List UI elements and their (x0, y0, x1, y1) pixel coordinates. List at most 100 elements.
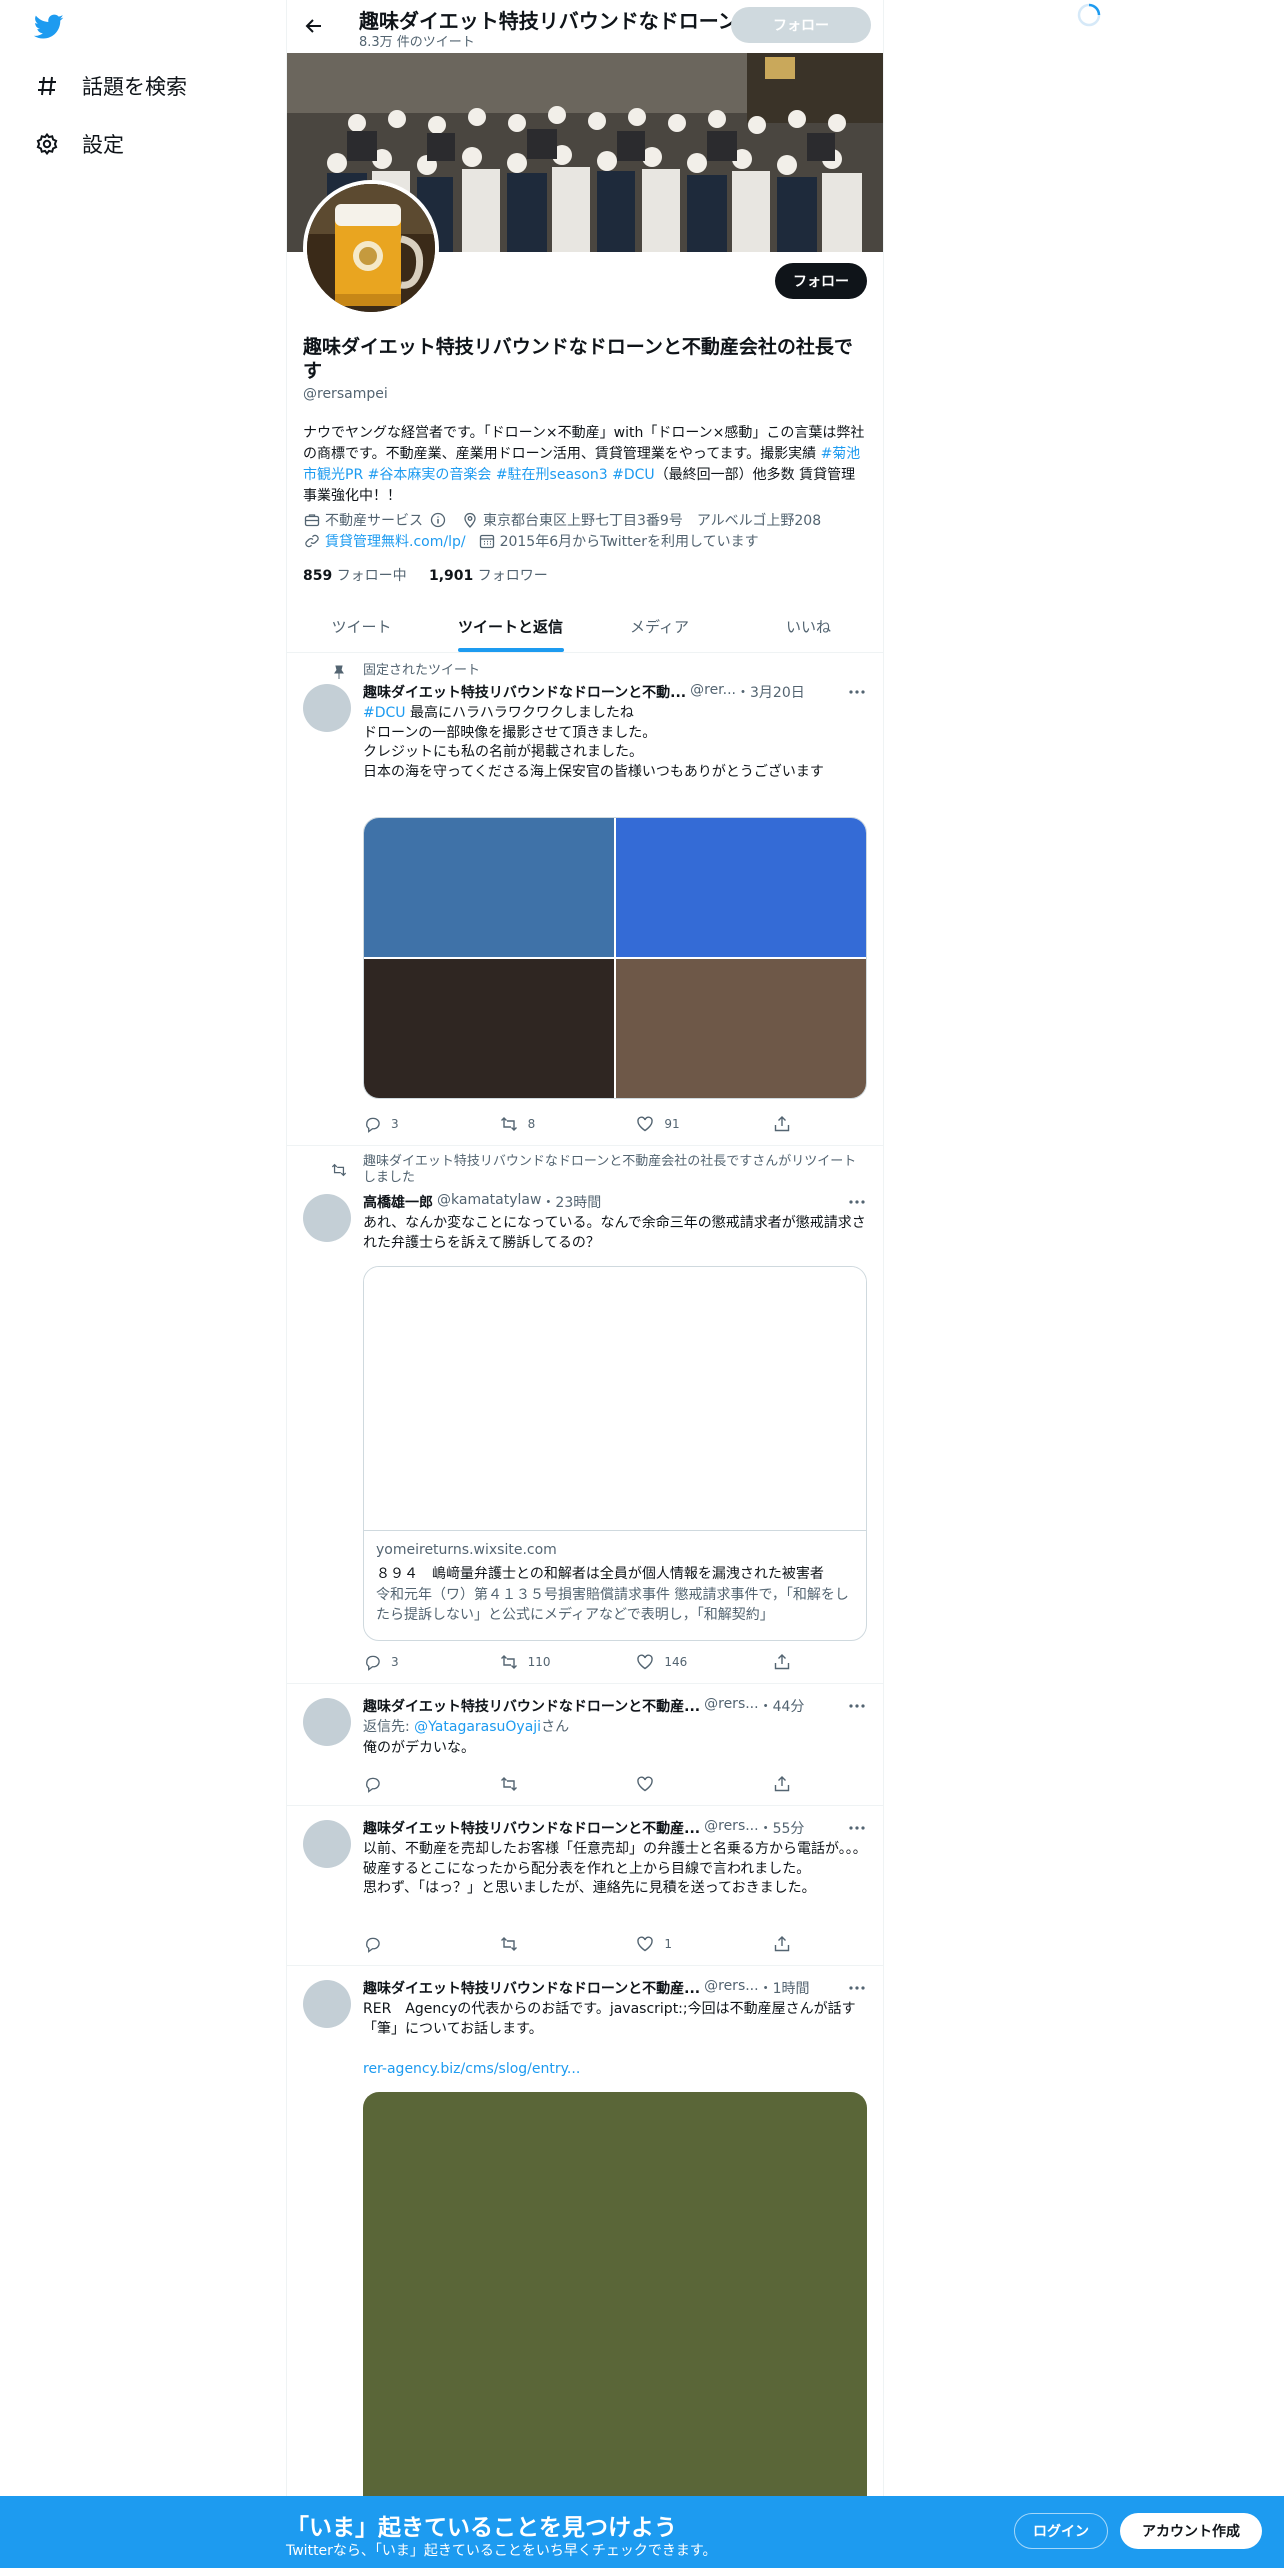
bio-hashtag-link[interactable]: #駐在刑season3 (496, 467, 608, 483)
profile-location: 東京都台東区上野七丁目3番9号 アルベルゴ上野208 (483, 513, 822, 529)
retweet-button[interactable] (500, 1774, 600, 1794)
like-button[interactable]: 91 (636, 1114, 736, 1134)
tweet-author-handle[interactable]: @rer... (690, 682, 736, 702)
tab-tweets-and-replies[interactable]: ツイートと返信 (436, 600, 585, 652)
link-preview-card[interactable]: yomeireturns.wixsite.com ８９４ 嶋﨑量弁護士との和解者… (363, 1266, 867, 1641)
more-options-icon[interactable] (847, 1980, 867, 1996)
profile-tabs: ツイート ツイートと返信 メディア いいね (287, 600, 883, 653)
reply-icon (363, 1775, 381, 1793)
bio-hashtag-link[interactable]: #谷本麻実の音楽会 (368, 467, 492, 483)
tweet-media-image[interactable] (616, 959, 866, 1098)
share-icon (773, 1653, 791, 1671)
header-tweet-count: 8.3万 件のツイート (359, 35, 475, 50)
header-title: 趣味ダイエット特技リバウンドなドローンと不動産会社の社長です (359, 9, 779, 33)
heart-icon (636, 1115, 654, 1133)
like-button[interactable]: 1 (636, 1934, 736, 1954)
tab-media[interactable]: メディア (585, 600, 734, 652)
share-button[interactable] (773, 1934, 793, 1954)
profile-avatar[interactable] (303, 180, 439, 316)
heart-icon (636, 1775, 654, 1793)
pin-icon (331, 664, 347, 680)
avatar[interactable] (303, 684, 351, 732)
reply-button[interactable]: 3 (363, 1114, 463, 1134)
like-button[interactable]: 146 (636, 1652, 736, 1672)
link-card-description: 令和元年（ワ）第４１３５号損害賠償請求事件 懲戒請求事件で，「和解をしたら提訴し… (376, 1587, 849, 1623)
tweet-media-image[interactable] (363, 2092, 867, 2512)
more-options-icon[interactable] (847, 684, 867, 700)
avatar[interactable] (303, 1194, 351, 1242)
more-options-icon[interactable] (847, 1194, 867, 1210)
following-link[interactable]: 859 フォロー中 (303, 568, 407, 584)
link-card-domain: yomeireturns.wixsite.com (376, 1542, 557, 1558)
retweet-button[interactable] (500, 1934, 600, 1954)
profile-website-link[interactable]: 賃貸管理無料.com/lp/ (325, 531, 466, 551)
signup-banner-subtitle: Twitterなら、「いま」起きていることをいち早くチェックできます。 (286, 2543, 717, 2559)
reply-button[interactable] (363, 1934, 463, 1954)
avatar[interactable] (303, 1980, 351, 2028)
signup-button[interactable]: アカウント作成 (1120, 2513, 1262, 2549)
tweet-author-name[interactable]: 趣味ダイエット特技リバウンドなドローンと不動産... (363, 1978, 700, 1998)
avatar[interactable] (303, 1698, 351, 1746)
tweet-media-image[interactable] (364, 818, 614, 957)
tweet-author-name[interactable]: 趣味ダイエット特技リバウンドなドローンと不動... (363, 682, 686, 702)
tab-tweets[interactable]: ツイート (287, 600, 436, 652)
tweet-actions (363, 1774, 793, 1794)
tweet[interactable]: 趣味ダイエット特技リバウンドなドローンと不動産... @rers... ・55分… (287, 1806, 883, 1966)
tweet-media-image[interactable] (364, 959, 614, 1098)
tweet-link[interactable]: rer-agency.biz/cms/slog/entry... (363, 2060, 867, 2080)
share-button[interactable] (773, 1774, 793, 1794)
nav-explore[interactable]: 話題を検索 (34, 66, 187, 106)
header-follow-button[interactable]: フォロー (731, 7, 871, 43)
tab-likes[interactable]: いいね (734, 600, 883, 652)
nav-settings[interactable]: 設定 (34, 124, 124, 164)
reply-icon (363, 1935, 381, 1953)
tweet-author-handle[interactable]: @kamatatylaw (437, 1192, 541, 1212)
avatar[interactable] (303, 1820, 351, 1868)
more-options-icon[interactable] (847, 1820, 867, 1836)
info-icon[interactable] (429, 511, 447, 529)
back-arrow-icon[interactable] (301, 13, 327, 39)
tweet[interactable]: 趣味ダイエット特技リバウンドなドローンと不動産... @rers... ・44分… (287, 1684, 883, 1806)
retweet-button[interactable]: 8 (500, 1114, 600, 1134)
heart-icon (636, 1653, 654, 1671)
tweet-time[interactable]: ・44分 (759, 1696, 805, 1716)
tweet-author-handle[interactable]: @rers... (704, 1696, 758, 1716)
followers-link[interactable]: 1,901 フォロワー (429, 568, 548, 584)
login-button[interactable]: ログイン (1014, 2513, 1108, 2549)
signup-banner: 「いま」起きていることを見つけよう Twitterなら、「いま」起きていることを… (0, 2496, 1284, 2568)
tweet-time[interactable]: ・55分 (759, 1818, 805, 1838)
tweet-media-image[interactable] (616, 818, 866, 957)
like-button[interactable] (636, 1774, 736, 1794)
tweet-time[interactable]: ・1時間 (759, 1978, 810, 1998)
share-button[interactable] (773, 1114, 793, 1134)
reply-button[interactable] (363, 1774, 463, 1794)
tweet-actions: 3 8 91 (363, 1114, 793, 1134)
tweet[interactable]: 趣味ダイエット特技リバウンドなドローンと不動産会社の社長ですさんがリツイートしま… (287, 1146, 883, 1684)
hashtag-link[interactable]: #DCU (363, 705, 406, 721)
retweeted-by-label[interactable]: 趣味ダイエット特技リバウンドなドローンと不動産会社の社長ですさんがリツイートしま… (363, 1154, 863, 1186)
share-icon (773, 1775, 791, 1793)
twitter-logo-icon[interactable] (33, 14, 64, 40)
tweet-author-handle[interactable]: @rers... (704, 1978, 758, 1998)
share-button[interactable] (773, 1652, 793, 1672)
tweet-author-handle[interactable]: @rers... (704, 1818, 758, 1838)
link-card-title: ８９４ 嶋﨑量弁護士との和解者は全員が個人情報を漏洩された被害者 (376, 1566, 824, 1582)
heart-icon (636, 1935, 654, 1953)
bio-text: ナウでヤングな経営者です。「ドローン×不動産」with「ドローン×感動」この言葉… (303, 425, 865, 462)
tweet[interactable]: 趣味ダイエット特技リバウンドなドローンと不動産... @rers... ・1時間… (287, 1966, 883, 2568)
calendar-icon (478, 532, 496, 550)
tweet-author-name[interactable]: 趣味ダイエット特技リバウンドなドローンと不動産... (363, 1696, 700, 1716)
reply-icon (363, 1115, 381, 1133)
reply-button[interactable]: 3 (363, 1652, 463, 1672)
bio-hashtag-link[interactable]: #DCU (612, 467, 655, 483)
tweet-time[interactable]: ・3月20日 (736, 682, 805, 702)
tweet-time[interactable]: ・23時間 (541, 1192, 601, 1212)
reply-to-link[interactable]: @YatagarasuOyaji (414, 1719, 541, 1735)
more-options-icon[interactable] (847, 1698, 867, 1714)
tweet[interactable]: 固定されたツイート 趣味ダイエット特技リバウンドなドローンと不動... @rer… (287, 654, 883, 1146)
tweet-author-name[interactable]: 高橋雄一郎 (363, 1192, 433, 1212)
profile-category: 不動産サービス (325, 513, 423, 529)
follow-button[interactable]: フォロー (775, 263, 867, 299)
tweet-author-name[interactable]: 趣味ダイエット特技リバウンドなドローンと不動産... (363, 1818, 700, 1838)
retweet-button[interactable]: 110 (500, 1652, 600, 1672)
